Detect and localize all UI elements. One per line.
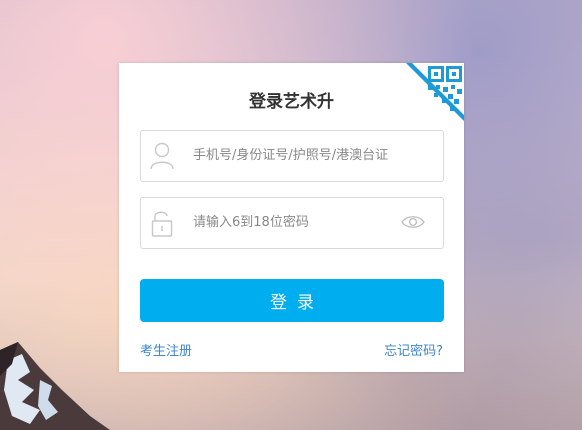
eye-icon[interactable] (401, 214, 425, 230)
username-field[interactable] (140, 130, 444, 182)
forgot-password-link[interactable]: 忘记密码? (384, 340, 443, 359)
login-title: 登录艺术升 (249, 92, 334, 112)
password-input[interactable] (193, 198, 393, 246)
login-panel: 登录艺术升 登录 考生注册 忘记密码? (119, 63, 464, 372)
lock-icon (151, 211, 173, 237)
login-button[interactable]: 登录 (140, 279, 444, 322)
register-link[interactable]: 考生注册 (140, 340, 192, 359)
user-icon (150, 142, 174, 170)
background-mountain (0, 342, 110, 430)
username-input[interactable] (193, 131, 433, 179)
password-field[interactable] (140, 197, 444, 249)
